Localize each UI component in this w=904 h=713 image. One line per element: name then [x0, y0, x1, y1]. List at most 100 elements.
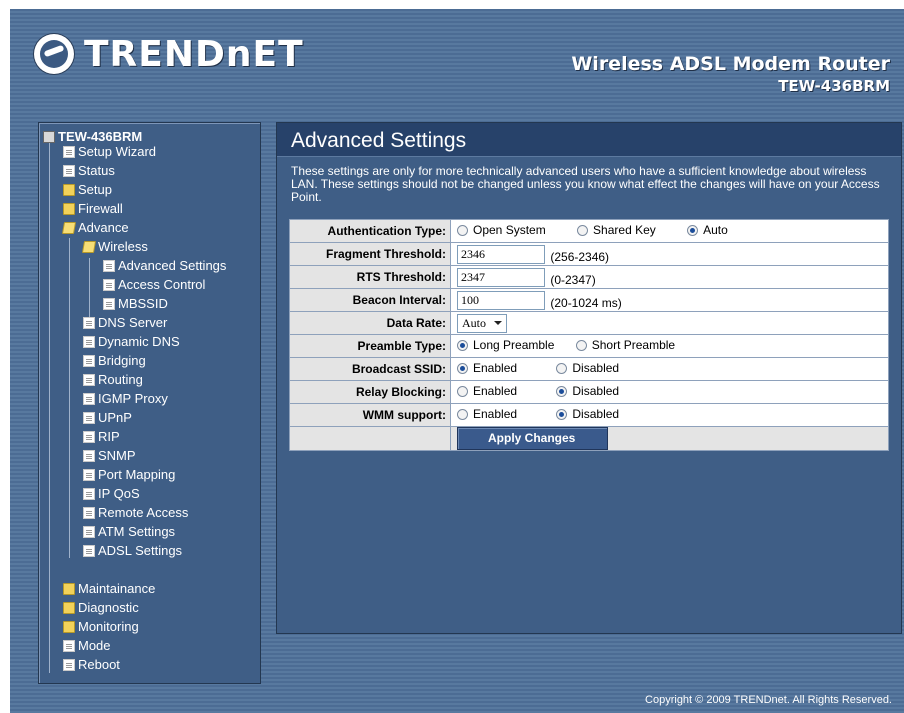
- relay-blocking-label: Relay Blocking:: [289, 380, 451, 404]
- broadcast-ssid-disabled-radio[interactable]: Disabled: [556, 361, 619, 375]
- relay-blocking-options: Enabled Disabled: [450, 380, 889, 404]
- data-rate-cell: Auto: [450, 311, 889, 335]
- page-icon: [83, 373, 95, 386]
- page-icon: [83, 392, 95, 405]
- data-rate-value: Auto: [462, 315, 486, 330]
- sidebar-item-upnp[interactable]: UPnP: [43, 408, 260, 427]
- sidebar-item-dns-server[interactable]: DNS Server: [43, 313, 260, 332]
- sidebar-item-snmp[interactable]: SNMP: [43, 446, 260, 465]
- apply-cell: Apply Changes: [450, 426, 889, 451]
- table-row: Broadcast SSID: Enabled Disabled: [289, 357, 889, 381]
- radio-dot: [457, 408, 468, 420]
- radio-dot-selected: [556, 385, 568, 397]
- sidebar-item-label: Bridging: [98, 353, 146, 368]
- sidebar-item-label: Access Control: [118, 277, 206, 292]
- relay-blocking-enabled-radio[interactable]: Enabled: [457, 384, 517, 398]
- table-row: WMM support: Enabled Disabled: [289, 403, 889, 427]
- relay-blocking-disabled-radio[interactable]: Disabled: [556, 384, 619, 398]
- copyright-footer: Copyright © 2009 TRENDnet. All Rights Re…: [645, 694, 892, 706]
- sidebar-item-label: RIP: [98, 429, 120, 444]
- folder-icon: [63, 620, 75, 633]
- sidebar-item-advance[interactable]: Advance: [43, 218, 260, 237]
- preamble-type-options: Long Preamble Short Preamble: [450, 334, 889, 358]
- sidebar-item-port-mapping[interactable]: Port Mapping: [43, 465, 260, 484]
- fragment-threshold-input[interactable]: 2346: [457, 244, 545, 264]
- radio-dot: [577, 224, 589, 236]
- sidebar-item-diagnostic[interactable]: Diagnostic: [43, 598, 260, 617]
- radio-dot-selected: [556, 408, 568, 420]
- sidebar-item-access-control[interactable]: Access Control: [43, 275, 260, 294]
- sidebar-item-adsl-settings[interactable]: ADSL Settings: [43, 541, 260, 560]
- preamble-long-radio[interactable]: Long Preamble: [457, 338, 554, 352]
- table-row: Preamble Type: Long Preamble Short Pream…: [289, 334, 889, 358]
- rts-threshold-input[interactable]: 2347: [457, 267, 545, 287]
- broadcast-ssid-enabled-radio[interactable]: Enabled: [457, 361, 517, 375]
- page-title: Advanced Settings: [277, 123, 901, 157]
- sidebar-item-label: Advance: [78, 220, 129, 235]
- sidebar-item-status[interactable]: Status: [43, 161, 260, 180]
- radio-label: Disabled: [572, 384, 620, 399]
- table-row: RTS Threshold: 2347 (0-2347): [289, 265, 889, 289]
- table-row: Apply Changes: [289, 426, 889, 451]
- authentication-type-options: Open System Shared Key Auto: [450, 219, 889, 243]
- sidebar-item-maintainance[interactable]: Maintainance: [43, 579, 260, 598]
- sidebar-item-label: MBSSID: [118, 296, 168, 311]
- sidebar-item-firewall[interactable]: Firewall: [43, 199, 260, 218]
- sidebar-item-routing[interactable]: Routing: [43, 370, 260, 389]
- folder-open-icon: [61, 221, 77, 234]
- page-icon: [83, 468, 95, 481]
- wmm-disabled-radio[interactable]: Disabled: [556, 407, 619, 421]
- sidebar-item-atm-settings[interactable]: ATM Settings: [43, 522, 260, 541]
- auth-open-system-radio[interactable]: Open System: [457, 223, 546, 237]
- sidebar-item-label: Maintainance: [78, 581, 156, 596]
- trendnet-logo-icon: [34, 34, 74, 74]
- sidebar-item-label: SNMP: [98, 448, 136, 463]
- fragment-threshold-label: Fragment Threshold:: [289, 242, 451, 266]
- wmm-support-label: WMM support:: [289, 403, 451, 427]
- radio-label: Long Preamble: [473, 338, 555, 353]
- sidebar-item-label: Advanced Settings: [118, 258, 227, 273]
- folder-icon: [63, 183, 75, 196]
- sidebar-item-mode[interactable]: Mode: [43, 636, 260, 655]
- page-icon: [63, 145, 75, 158]
- sidebar-item-label: Diagnostic: [78, 600, 139, 615]
- sidebar-item-label: ADSL Settings: [98, 543, 183, 558]
- rts-threshold-label: RTS Threshold:: [289, 265, 451, 289]
- auth-shared-key-radio[interactable]: Shared Key: [577, 223, 656, 237]
- sidebar-item-label: ATM Settings: [98, 524, 176, 539]
- sidebar-item-ip-qos[interactable]: IP QoS: [43, 484, 260, 503]
- beacon-interval-input[interactable]: 100: [457, 290, 545, 310]
- folder-icon: [63, 582, 75, 595]
- sidebar-item-advanced-settings[interactable]: Advanced Settings: [43, 256, 260, 275]
- sidebar-item-reboot[interactable]: Reboot: [43, 655, 260, 674]
- sidebar-item-setup[interactable]: Setup: [43, 180, 260, 199]
- auth-auto-radio[interactable]: Auto: [687, 223, 728, 237]
- broadcast-ssid-options: Enabled Disabled: [450, 357, 889, 381]
- sidebar-item-igmp-proxy[interactable]: IGMP Proxy: [43, 389, 260, 408]
- sidebar-item-wireless[interactable]: Wireless: [43, 237, 260, 256]
- apply-changes-button[interactable]: Apply Changes: [457, 427, 609, 450]
- sidebar-item-label: Reboot: [78, 657, 120, 672]
- radio-label: Short Preamble: [591, 338, 676, 353]
- page-icon: [83, 316, 95, 329]
- data-rate-select[interactable]: Auto: [457, 313, 507, 333]
- sidebar-item-rip[interactable]: RIP: [43, 427, 260, 446]
- data-rate-label: Data Rate:: [289, 311, 451, 335]
- sidebar-item-setup-wizard[interactable]: Setup Wizard: [43, 142, 260, 161]
- router-icon: [43, 130, 55, 143]
- sidebar-item-dynamic-dns[interactable]: Dynamic DNS: [43, 332, 260, 351]
- chevron-down-icon: [494, 321, 502, 325]
- sidebar-item-bridging[interactable]: Bridging: [43, 351, 260, 370]
- radio-dot: [457, 385, 468, 397]
- wmm-enabled-radio[interactable]: Enabled: [457, 407, 517, 421]
- sidebar-item-label: Port Mapping: [98, 467, 176, 482]
- sidebar-item-monitoring[interactable]: Monitoring: [43, 617, 260, 636]
- brand-name: TRENDnET: [84, 33, 304, 75]
- radio-label: Enabled: [473, 407, 518, 422]
- preamble-short-radio[interactable]: Short Preamble: [575, 338, 676, 353]
- sidebar-item-mbssid[interactable]: MBSSID: [43, 294, 260, 313]
- fragment-threshold-cell: 2346 (256-2346): [450, 242, 889, 266]
- sidebar-item-label: IGMP Proxy: [98, 391, 168, 406]
- sidebar-item-remote-access[interactable]: Remote Access: [43, 503, 260, 522]
